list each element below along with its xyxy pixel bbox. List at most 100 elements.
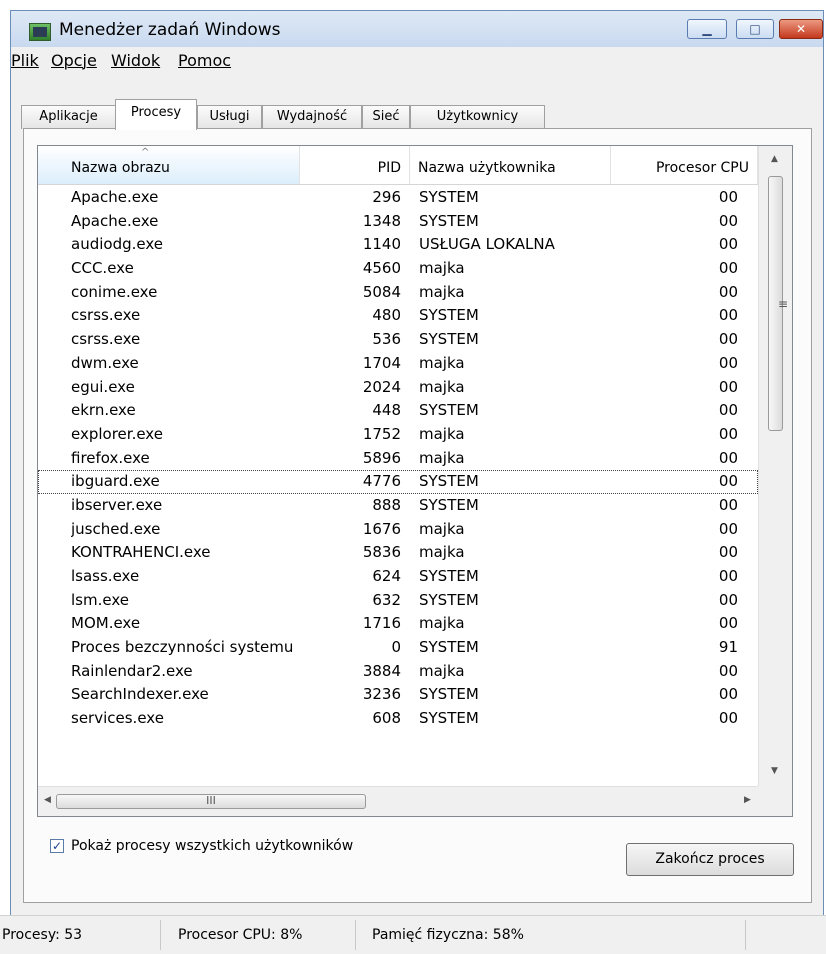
end-process-button[interactable]: Zakończ proces: [626, 843, 794, 876]
pid-cell: 632: [372, 590, 401, 609]
cpu-cell: 00: [718, 709, 738, 728]
process-name-cell: csrss.exe: [71, 330, 141, 349]
process-name-cell: ibserver.exe: [71, 495, 163, 514]
show-all-users-checkbox[interactable]: ✓: [50, 839, 64, 853]
maximize-icon: □: [749, 22, 761, 36]
table-row[interactable]: Proces bezczynności systemu 0 SYSTEM 91: [38, 636, 758, 660]
menu-opcje[interactable]: Opcje: [51, 51, 97, 70]
cpu-cell: 00: [718, 543, 738, 562]
menu-pomoc[interactable]: Pomoc: [178, 51, 231, 70]
user-name-cell: majka: [419, 661, 465, 680]
cpu-cell: 00: [718, 235, 738, 254]
menu-plik[interactable]: Plik: [11, 51, 39, 70]
cpu-cell: 00: [718, 401, 738, 420]
user-name-cell: SYSTEM: [419, 401, 479, 420]
status-separator: [745, 920, 746, 950]
tab-uslugi[interactable]: Usługi: [197, 105, 262, 129]
status-separator: [355, 920, 356, 950]
close-button[interactable]: ✕: [779, 19, 823, 39]
process-name-cell: explorer.exe: [71, 424, 163, 443]
pid-cell: 0: [391, 638, 401, 657]
table-row[interactable]: csrss.exe 480 SYSTEM 00: [38, 304, 758, 328]
table-row[interactable]: conime.exe 5084 majka 00: [38, 281, 758, 305]
table-row[interactable]: egui.exe 2024 majka 00: [38, 376, 758, 400]
cpu-cell: 00: [718, 353, 738, 372]
table-row[interactable]: Rainlendar2.exe 3884 majka 00: [38, 660, 758, 684]
process-name-cell: Rainlendar2.exe: [71, 661, 193, 680]
table-row[interactable]: ibserver.exe 888 SYSTEM 00: [38, 494, 758, 518]
process-name-cell: Apache.exe: [71, 188, 159, 206]
minimize-button[interactable]: ▁: [687, 19, 727, 39]
table-row[interactable]: csrss.exe 536 SYSTEM 00: [38, 328, 758, 352]
table-row[interactable]: explorer.exe 1752 majka 00: [38, 423, 758, 447]
table-row[interactable]: ibguard.exe 4776 SYSTEM 00: [38, 470, 758, 494]
pid-cell: 5896: [362, 448, 401, 467]
process-list[interactable]: ^ Nazwa obrazu PID Nazwa użytkownika Pro…: [37, 145, 793, 817]
table-row[interactable]: jusched.exe 1676 majka 00: [38, 518, 758, 542]
process-name-cell: lsass.exe: [71, 567, 140, 585]
status-separator: [160, 920, 161, 950]
tab-procesy[interactable]: Procesy: [115, 99, 197, 130]
table-row[interactable]: dwm.exe 1704 majka 00: [38, 352, 758, 376]
user-name-cell: SYSTEM: [419, 567, 479, 585]
table-row[interactable]: KONTRAHENCI.exe 5836 majka 00: [38, 541, 758, 565]
menu-widok[interactable]: Widok: [111, 51, 160, 70]
process-name-cell: firefox.exe: [71, 448, 150, 467]
tab-uzytkownicy[interactable]: Użytkownicy: [410, 105, 545, 129]
table-row[interactable]: lsm.exe 632 SYSTEM 00: [38, 589, 758, 613]
task-manager-icon: [29, 23, 51, 41]
vertical-scrollbar[interactable]: ▲ ≡ ▼: [758, 146, 792, 786]
scroll-down-arrow-icon[interactable]: ▼: [771, 766, 778, 776]
pid-cell: 4776: [362, 472, 401, 491]
column-user-name[interactable]: Nazwa użytkownika: [410, 146, 611, 184]
table-row[interactable]: firefox.exe 5896 majka 00: [38, 447, 758, 471]
horizontal-scrollbar[interactable]: ◀ III ▶: [38, 786, 758, 816]
process-name-cell: lsm.exe: [71, 590, 129, 609]
table-row[interactable]: ekrn.exe 448 SYSTEM 00: [38, 399, 758, 423]
user-name-cell: SYSTEM: [419, 330, 479, 349]
column-image-name-label: Nazwa obrazu: [71, 160, 170, 176]
tab-siec[interactable]: Sieć: [362, 105, 410, 129]
user-name-cell: SYSTEM: [419, 495, 479, 514]
grip-icon: III: [206, 794, 216, 807]
cpu-cell: 00: [718, 614, 738, 633]
table-row[interactable]: CCC.exe 4560 majka 00: [38, 257, 758, 281]
process-name-cell: ekrn.exe: [71, 401, 136, 420]
table-row[interactable]: services.exe 608 SYSTEM 00: [38, 707, 758, 731]
user-name-cell: SYSTEM: [419, 638, 479, 657]
process-name-cell: KONTRAHENCI.exe: [71, 543, 211, 562]
pid-cell: 296: [372, 188, 401, 206]
vertical-scroll-thumb[interactable]: ≡: [768, 176, 788, 431]
title-bar[interactable]: Menedżer zadań Windows ▁ □ ✕: [11, 11, 823, 47]
user-name-cell: majka: [419, 353, 465, 372]
tab-aplikacje[interactable]: Aplikacje: [21, 105, 116, 129]
cpu-cell: 00: [718, 661, 738, 680]
pid-cell: 1348: [362, 211, 401, 230]
close-icon: ✕: [795, 22, 807, 36]
pid-cell: 4560: [362, 259, 401, 278]
process-name-cell: csrss.exe: [71, 306, 141, 325]
column-pid[interactable]: PID: [300, 146, 410, 184]
cpu-cell: 00: [718, 259, 738, 278]
pid-cell: 2024: [362, 377, 401, 396]
column-image-name[interactable]: ^ Nazwa obrazu: [38, 146, 300, 184]
user-name-cell: majka: [419, 282, 465, 301]
table-row[interactable]: audiodg.exe 1140 USŁUGA LOKALNA 00: [38, 233, 758, 257]
cpu-cell: 00: [718, 590, 738, 609]
scroll-up-arrow-icon[interactable]: ▲: [771, 154, 778, 164]
table-row[interactable]: Apache.exe 296 SYSTEM 00: [38, 186, 758, 210]
user-name-cell: majka: [419, 519, 465, 538]
table-row[interactable]: Apache.exe 1348 SYSTEM 00: [38, 210, 758, 234]
window-title: Menedżer zadań Windows: [59, 20, 281, 40]
table-row[interactable]: MOM.exe 1716 majka 00: [38, 612, 758, 636]
scroll-left-arrow-icon[interactable]: ◀: [44, 795, 51, 805]
table-row[interactable]: lsass.exe 624 SYSTEM 00: [38, 565, 758, 589]
horizontal-scroll-thumb[interactable]: III: [56, 794, 366, 809]
column-cpu[interactable]: Procesor CPU: [611, 146, 758, 184]
pid-cell: 1716: [362, 614, 401, 633]
tab-wydajnosc[interactable]: Wydajność: [262, 105, 362, 129]
scroll-right-arrow-icon[interactable]: ▶: [744, 795, 751, 805]
table-row[interactable]: SearchIndexer.exe 3236 SYSTEM 00: [38, 683, 758, 707]
sort-ascending-icon: ^: [141, 147, 150, 158]
maximize-button[interactable]: □: [736, 19, 774, 39]
